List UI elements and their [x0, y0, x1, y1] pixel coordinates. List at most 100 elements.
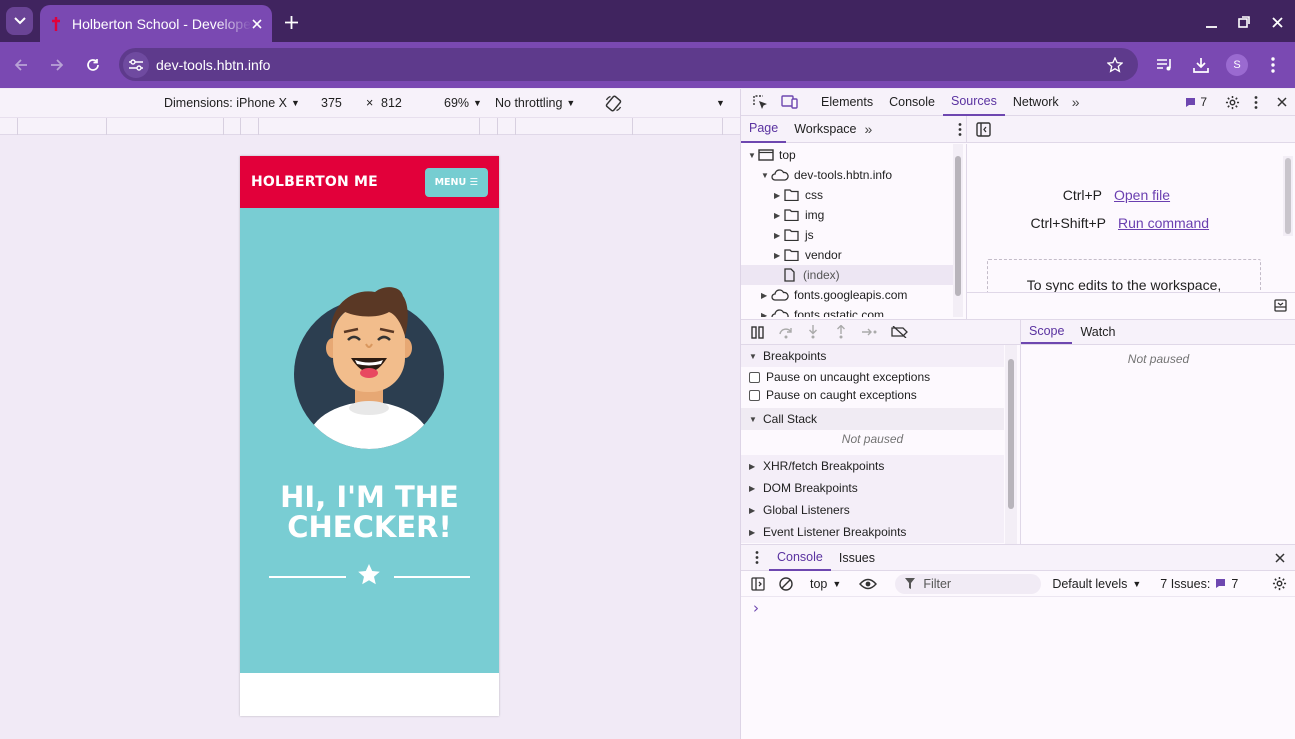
- clear-console-icon[interactable]: [779, 576, 793, 591]
- tree-item-fonts-gstatic[interactable]: ▶ fonts.gstatic.com: [761, 305, 884, 317]
- expanded-arrow-icon: ▼: [748, 150, 756, 160]
- pause-uncaught-row[interactable]: Pause on uncaught exceptions: [741, 368, 1004, 386]
- tree-item-fonts-googleapis[interactable]: ▶ fonts.googleapis.com: [761, 285, 907, 305]
- reload-button[interactable]: [82, 54, 104, 76]
- pause-caught-checkbox[interactable]: [749, 389, 760, 401]
- tree-item-img[interactable]: ▶ img: [774, 205, 824, 225]
- sidebar-toggle-icon[interactable]: [751, 576, 765, 591]
- tree-item-top[interactable]: ▼ top: [748, 145, 796, 165]
- gear-icon[interactable]: [1272, 576, 1287, 591]
- context-select[interactable]: top ▼: [810, 577, 841, 591]
- browser-tab[interactable]: Holberton School - Developer tools: [40, 5, 272, 42]
- browser-menu-button[interactable]: [1262, 54, 1284, 76]
- toggle-navigator-icon[interactable]: [976, 122, 991, 137]
- close-window-button[interactable]: [1267, 12, 1287, 32]
- pause-caught-row[interactable]: Pause on caught exceptions: [741, 386, 1004, 404]
- tab-sources[interactable]: Sources: [942, 89, 1005, 116]
- tree-label-domain: dev-tools.hbtn.info: [794, 168, 893, 182]
- tree-label-index: (index): [803, 268, 840, 282]
- cloud-icon: [771, 309, 789, 317]
- toggle-debugger-sidebar-icon[interactable]: [1274, 299, 1287, 312]
- close-icon[interactable]: [1275, 552, 1285, 563]
- new-tab-button[interactable]: [281, 12, 301, 32]
- tab-elements[interactable]: Elements: [813, 89, 881, 116]
- more-tabs-icon[interactable]: »: [1067, 94, 1085, 110]
- bookmark-button[interactable]: [1104, 54, 1126, 76]
- expanded-arrow-icon: ▼: [761, 170, 769, 180]
- throttling-value: No throttling: [495, 96, 563, 110]
- pause-icon[interactable]: [751, 325, 764, 339]
- run-command-link[interactable]: Run command: [1118, 215, 1209, 231]
- address-bar[interactable]: dev-tools.hbtn.info: [119, 48, 1138, 81]
- console-output[interactable]: ›: [741, 597, 1295, 739]
- issues-counter[interactable]: 7: [1185, 95, 1207, 109]
- tree-item-css[interactable]: ▶ css: [774, 185, 823, 205]
- devtools-menu-button[interactable]: [1243, 95, 1269, 109]
- pause-uncaught-checkbox[interactable]: [749, 371, 760, 383]
- deactivate-breakpoints-icon[interactable]: [891, 326, 908, 338]
- tree-label-css: css: [805, 188, 823, 202]
- tab-console[interactable]: Console: [881, 89, 943, 116]
- tab-network[interactable]: Network: [1005, 89, 1067, 116]
- kebab-menu-icon[interactable]: [958, 122, 962, 136]
- call-stack-section-header[interactable]: ▼ Call Stack: [741, 408, 1004, 430]
- throttling-select[interactable]: No throttling ▼: [495, 96, 575, 110]
- step-out-icon[interactable]: [835, 325, 847, 339]
- width-input[interactable]: 375: [321, 96, 342, 110]
- settings-button[interactable]: [1221, 95, 1243, 110]
- breakpoints-section-header[interactable]: ▼ Breakpoints: [741, 345, 1004, 367]
- editor-scrollbar[interactable]: [1283, 156, 1293, 236]
- tree-item-vendor[interactable]: ▶ vendor: [774, 245, 842, 265]
- site-logo[interactable]: HOLBERTON ME: [251, 174, 378, 190]
- dom-breakpoints-header[interactable]: ▶ DOM Breakpoints: [741, 477, 1004, 499]
- step-icon[interactable]: [861, 327, 878, 337]
- scope-tabs: Scope Watch: [1020, 319, 1295, 345]
- tree-item-domain[interactable]: ▼ dev-tools.hbtn.info: [761, 165, 892, 185]
- device-toolbar-more-icon[interactable]: ▼: [716, 98, 725, 108]
- media-controls-button[interactable]: [1154, 54, 1176, 76]
- filter-input[interactable]: Filter: [895, 573, 1042, 594]
- xhr-breakpoints-header[interactable]: ▶ XHR/fetch Breakpoints: [741, 455, 1004, 477]
- open-file-link[interactable]: Open file: [1114, 187, 1170, 203]
- zoom-select[interactable]: 69% ▼: [444, 96, 482, 110]
- tab-page[interactable]: Page: [741, 116, 787, 143]
- tab-search-button[interactable]: [6, 7, 33, 35]
- inspect-element-button[interactable]: [745, 89, 775, 116]
- device-toggle-button[interactable]: [775, 89, 803, 116]
- close-devtools-button[interactable]: [1269, 97, 1295, 107]
- debugger-scrollbar[interactable]: [1005, 345, 1017, 544]
- event-listener-breakpoints-header[interactable]: ▶ Event Listener Breakpoints: [741, 521, 1004, 543]
- tab-scope[interactable]: Scope: [1021, 319, 1073, 344]
- dropdown-arrow-icon: ▼: [290, 98, 300, 108]
- tune-icon: [129, 58, 143, 71]
- collapsed-arrow-icon: ▶: [749, 461, 756, 471]
- step-over-icon[interactable]: [779, 326, 793, 339]
- tree-scrollbar[interactable]: [953, 144, 963, 317]
- tab-workspace[interactable]: Workspace: [786, 116, 864, 143]
- tab-watch[interactable]: Watch: [1072, 319, 1123, 344]
- log-levels-select[interactable]: Default levels ▼: [1052, 577, 1141, 591]
- global-listeners-header[interactable]: ▶ Global Listeners: [741, 499, 1004, 521]
- rotate-button[interactable]: [603, 93, 623, 113]
- step-into-icon[interactable]: [807, 325, 819, 339]
- maximize-button[interactable]: [1234, 12, 1254, 32]
- close-tab-icon[interactable]: [252, 18, 262, 29]
- more-tabs-icon[interactable]: »: [865, 121, 873, 137]
- eye-icon[interactable]: [859, 578, 878, 590]
- minimize-button[interactable]: [1201, 12, 1221, 32]
- tree-item-js[interactable]: ▶ js: [774, 225, 814, 245]
- drawer-tab-console[interactable]: Console: [769, 544, 831, 571]
- device-select[interactable]: Dimensions: iPhone X ▼: [164, 96, 300, 110]
- console-issues-button[interactable]: 7 Issues: 7: [1160, 577, 1238, 591]
- kebab-menu-icon[interactable]: [755, 551, 759, 564]
- workspace-drop-zone[interactable]: To sync edits to the workspace,: [987, 259, 1261, 292]
- profile-avatar[interactable]: S: [1226, 54, 1248, 76]
- height-input[interactable]: 812: [381, 96, 402, 110]
- site-info-button[interactable]: [123, 51, 149, 78]
- menu-button[interactable]: MENU ☰: [424, 167, 488, 197]
- forward-button[interactable]: [46, 54, 68, 76]
- back-button[interactable]: [10, 54, 32, 76]
- drawer-tab-issues[interactable]: Issues: [831, 544, 883, 571]
- downloads-button[interactable]: [1190, 54, 1212, 76]
- tree-item-index[interactable]: (index): [741, 265, 953, 285]
